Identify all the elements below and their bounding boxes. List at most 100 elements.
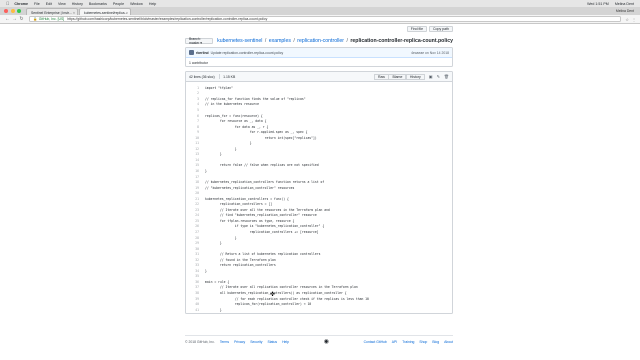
line-number[interactable]: 16 (186, 169, 199, 173)
user-name[interactable]: Melina Dent (615, 2, 634, 6)
back-icon[interactable]: ← (4, 16, 11, 22)
line-content: // Iterate over all the resources in the… (205, 207, 330, 212)
footer-link-shop[interactable]: Shop (419, 340, 427, 344)
footer-link-blog[interactable]: Blog (432, 340, 439, 344)
breadcrumb-repo-link[interactable]: kubernetes-sentinel (217, 38, 262, 44)
branch-select-button[interactable]: Branch: master ▾ (185, 37, 214, 45)
line-number[interactable]: 27 (186, 230, 199, 234)
line-number[interactable]: 26 (186, 224, 199, 228)
line-number[interactable]: 42 (186, 313, 199, 314)
line-number[interactable]: 1 (186, 86, 199, 90)
github-logo-icon[interactable]: ◉ (324, 338, 329, 345)
line-number[interactable]: 11 (186, 141, 199, 145)
menu-edit[interactable]: Edit (46, 2, 52, 6)
line-number[interactable]: 39 (186, 297, 199, 301)
footer-link-security[interactable]: Security (250, 340, 262, 344)
contributors-link[interactable]: 1 contributor (189, 61, 208, 65)
line-number[interactable]: 15 (186, 163, 199, 167)
maximize-window-icon[interactable] (17, 8, 21, 13)
close-tab-icon[interactable]: × (126, 11, 128, 15)
line-number[interactable]: 12 (186, 147, 199, 151)
line-number[interactable]: 2 (186, 91, 199, 95)
line-number[interactable]: 37 (186, 285, 199, 289)
line-number[interactable]: 34 (186, 269, 199, 273)
menu-people[interactable]: People (113, 2, 124, 6)
line-number[interactable]: 19 (186, 186, 199, 190)
commit-meta[interactable]: 4ecaeae on Nov 14 2018 (411, 51, 449, 55)
close-window-icon[interactable] (4, 8, 8, 13)
profile-name[interactable]: Melina Dent (616, 9, 634, 13)
line-number[interactable]: 28 (186, 236, 199, 240)
menu-app-name[interactable]: Chrome (14, 2, 28, 6)
line-number[interactable]: 7 (186, 119, 199, 123)
line-number[interactable]: 9 (186, 130, 199, 134)
breadcrumb-dir-link[interactable]: examples (269, 38, 291, 44)
breadcrumb-separator: / (293, 38, 295, 44)
find-file-button[interactable]: Find file (406, 26, 428, 32)
history-button[interactable]: History (405, 73, 425, 80)
forward-icon[interactable]: → (11, 16, 18, 22)
line-number[interactable]: 23 (186, 208, 199, 212)
line-number[interactable]: 5 (186, 108, 199, 112)
browser-tab-active[interactable]: kubernetes-sentinel/replica... × (79, 8, 131, 15)
desktop-icon[interactable]: ▣ (429, 74, 433, 79)
footer-link-status[interactable]: Status (267, 340, 277, 344)
menu-view[interactable]: View (58, 2, 66, 6)
line-number[interactable]: 13 (186, 152, 199, 156)
copy-path-button[interactable]: Copy path (429, 26, 453, 32)
raw-button[interactable]: Raw (373, 73, 389, 80)
line-number[interactable]: 21 (186, 197, 199, 201)
reload-icon[interactable]: ↻ (18, 16, 25, 22)
footer-link-terms[interactable]: Terms (220, 340, 229, 344)
line-number[interactable]: 18 (186, 180, 199, 184)
line-number[interactable]: 17 (186, 175, 199, 179)
line-number[interactable]: 29 (186, 241, 199, 245)
menu-history[interactable]: History (72, 2, 83, 6)
commit-author-link[interactable]: rberlind (196, 51, 209, 55)
menu-dots-icon[interactable]: ⋮ (632, 17, 636, 22)
line-number[interactable]: 40 (186, 302, 199, 306)
avatar[interactable] (189, 50, 194, 55)
line-number[interactable]: 20 (186, 191, 199, 195)
line-number[interactable]: 22 (186, 202, 199, 206)
line-number[interactable]: 38 (186, 291, 199, 295)
line-number[interactable]: 3 (186, 97, 199, 101)
line-number[interactable]: 33 (186, 263, 199, 267)
menu-help[interactable]: Help (149, 2, 156, 6)
line-content: } (205, 141, 252, 146)
line-number[interactable]: 30 (186, 247, 199, 251)
footer-link-privacy[interactable]: Privacy (234, 340, 245, 344)
menu-window[interactable]: Window (130, 2, 143, 6)
trash-icon[interactable]: 🗑 (444, 74, 449, 79)
line-number[interactable]: 10 (186, 136, 199, 140)
footer-link-help[interactable]: Help (282, 340, 289, 344)
footer-link-contact[interactable]: Contact GitHub (364, 340, 387, 344)
commit-message-link[interactable]: Update replication-controller-replica-co… (211, 51, 284, 55)
minimize-window-icon[interactable] (10, 8, 15, 13)
bookmark-star-icon[interactable]: ☆ (625, 17, 629, 22)
footer-link-training[interactable]: Training (402, 340, 414, 344)
line-number[interactable]: 24 (186, 213, 199, 217)
apple-icon[interactable]:  (6, 1, 9, 6)
window-controls (4, 8, 21, 13)
close-tab-icon[interactable]: × (73, 11, 75, 15)
line-number[interactable]: 32 (186, 258, 199, 262)
line-number[interactable]: 4 (186, 102, 199, 106)
line-number[interactable]: 8 (186, 125, 199, 129)
menu-file[interactable]: File (34, 2, 40, 6)
url-input[interactable]: 🔒 GitHub, Inc. [US] https://github.com/h… (29, 16, 622, 22)
line-number[interactable]: 6 (186, 114, 199, 118)
footer-link-about[interactable]: About (444, 340, 453, 344)
line-number[interactable]: 31 (186, 252, 199, 256)
line-number[interactable]: 14 (186, 158, 199, 162)
line-number[interactable]: 41 (186, 308, 199, 312)
line-number[interactable]: 36 (186, 280, 199, 284)
breadcrumb-dir-link[interactable]: replication-controller (297, 38, 344, 44)
line-number[interactable]: 25 (186, 219, 199, 223)
edit-pencil-icon[interactable]: ✎ (437, 74, 440, 79)
blame-button[interactable]: Blame (388, 73, 407, 80)
footer-link-api[interactable]: API (392, 340, 397, 344)
browser-tab[interactable]: Sentinel Enterprise | Instr... × (26, 8, 78, 15)
line-number[interactable]: 35 (186, 274, 199, 278)
menu-bookmarks[interactable]: Bookmarks (89, 2, 107, 6)
